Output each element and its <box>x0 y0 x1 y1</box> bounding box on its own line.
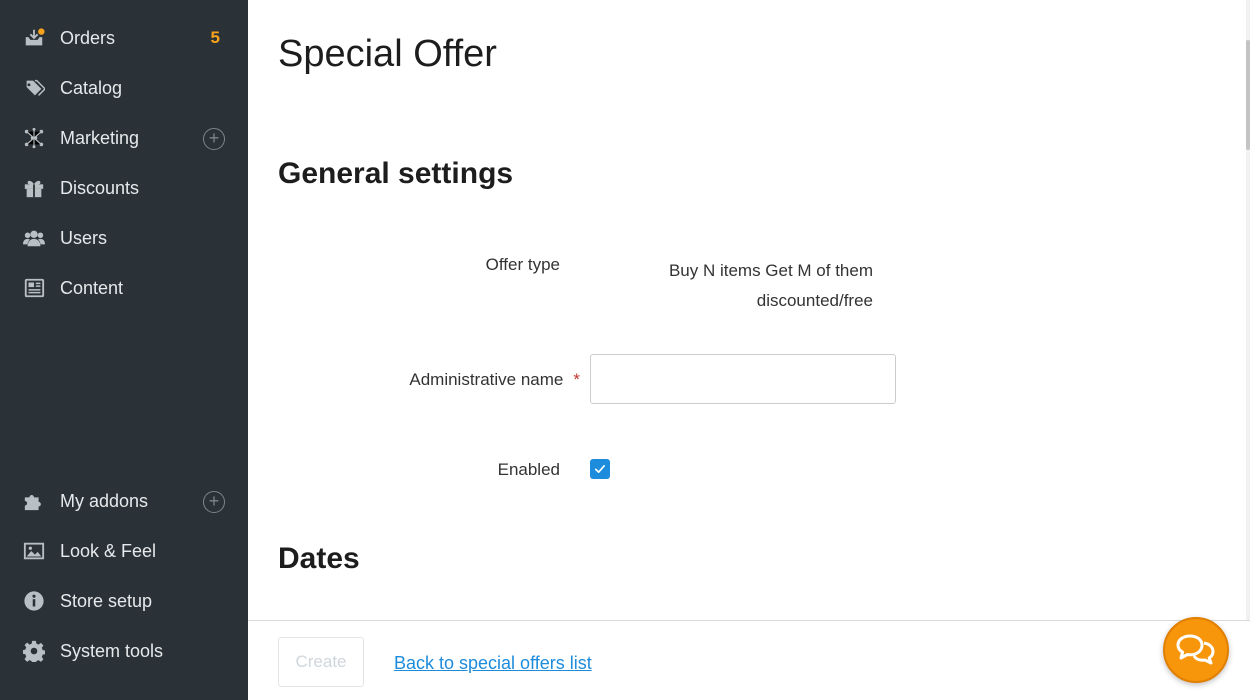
sidebar-item-catalog[interactable]: Catalog <box>0 63 248 113</box>
admin-name-label-text: Administrative name <box>409 370 564 389</box>
sidebar-item-label: My addons <box>60 491 149 511</box>
sidebar-item-marketing[interactable]: Marketing + <box>0 113 248 163</box>
tags-icon <box>22 76 46 100</box>
info-icon <box>22 589 46 613</box>
scrollbar[interactable] <box>1246 0 1250 620</box>
sidebar-item-system-tools[interactable]: System tools <box>0 626 248 676</box>
checkmark-icon <box>594 465 606 473</box>
sidebar-item-label: Look & Feel <box>60 541 157 561</box>
create-button[interactable]: Create <box>278 637 364 687</box>
app-window: Orders 5 Catalog Marketing + Discounts U… <box>0 0 1250 700</box>
sidebar-item-label: Users <box>60 228 108 248</box>
chat-icon <box>1176 634 1215 665</box>
puzzle-icon <box>22 489 46 513</box>
sidebar-item-label: Store setup <box>60 591 153 611</box>
newspaper-icon <box>22 276 46 300</box>
chat-widget-button[interactable] <box>1163 617 1229 683</box>
add-marketing-button[interactable]: + <box>203 128 225 150</box>
required-marker: * <box>573 370 580 389</box>
users-icon <box>22 226 46 250</box>
sidebar-item-users[interactable]: Users <box>0 213 248 263</box>
network-icon <box>22 126 46 150</box>
section-title-general-settings: General settings <box>278 157 514 190</box>
admin-name-input[interactable] <box>590 354 896 404</box>
main-content: Special Offer General settings Offer typ… <box>248 0 1250 700</box>
sidebar-item-label: Marketing <box>60 128 140 148</box>
sidebar-item-store-setup[interactable]: Store setup <box>0 576 248 626</box>
sidebar-item-content[interactable]: Content <box>0 263 248 313</box>
sidebar-item-discounts[interactable]: Discounts <box>0 163 248 213</box>
add-addon-button[interactable]: + <box>203 491 225 513</box>
sidebar-item-my-addons[interactable]: My addons + <box>0 476 248 526</box>
sidebar-item-orders[interactable]: Orders 5 <box>0 13 248 63</box>
sidebar-item-label: Discounts <box>60 178 140 198</box>
image-icon <box>22 539 46 563</box>
sidebar-item-label: Catalog <box>60 78 123 98</box>
gift-icon <box>22 176 46 200</box>
section-title-dates: Dates <box>278 542 360 575</box>
gear-icon <box>22 639 46 663</box>
scrollbar-thumb[interactable] <box>1246 40 1250 150</box>
sidebar-item-label: Orders <box>60 28 116 48</box>
admin-name-label: Administrative name * <box>409 369 580 391</box>
enabled-label: Enabled <box>497 460 560 479</box>
enabled-checkbox[interactable] <box>590 459 610 479</box>
orders-icon <box>22 26 46 50</box>
sidebar-item-label: System tools <box>60 641 164 661</box>
sidebar: Orders 5 Catalog Marketing + Discounts U… <box>0 0 248 700</box>
offer-type-value: Buy N items Get M of them discounted/fre… <box>668 261 873 310</box>
page-title: Special Offer <box>278 33 497 75</box>
back-to-list-link[interactable]: Back to special offers list <box>394 652 592 674</box>
offer-type-label: Offer type <box>485 255 560 274</box>
orders-count-badge: 5 <box>210 28 220 47</box>
form-footer: Create Back to special offers list <box>248 620 1250 700</box>
sidebar-item-label: Content <box>60 278 124 298</box>
sidebar-item-look-feel[interactable]: Look & Feel <box>0 526 248 576</box>
